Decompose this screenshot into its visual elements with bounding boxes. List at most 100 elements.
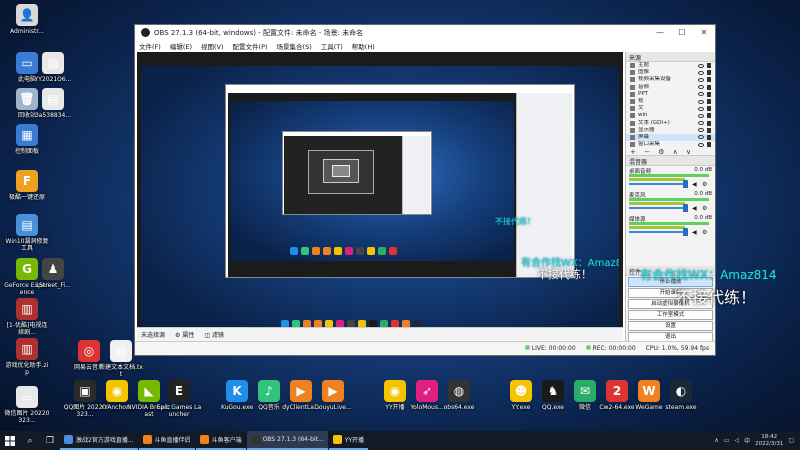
volume-slider[interactable] [629, 231, 685, 234]
desktop-icon[interactable]: ▦ 控制面板 [4, 124, 50, 155]
network-icon[interactable]: ▭ [724, 437, 730, 444]
minimize-button[interactable]: — [649, 25, 671, 40]
desktop-icon[interactable]: F 极酷一键还原 [4, 170, 50, 201]
source-item[interactable]: 图像 [626, 69, 715, 76]
source-item[interactable]: 屏幕 [626, 133, 715, 142]
gear-icon[interactable]: ⚙ [702, 229, 707, 236]
desktop-icon[interactable]: ▥ 游戏优化助手.zip [4, 338, 50, 376]
ime-indicator[interactable]: 中 [744, 436, 750, 445]
volume-slider-handle[interactable] [683, 180, 688, 189]
sources-toolbar[interactable]: + − ⚙ ∧ ∨ [626, 148, 715, 157]
volume-icon[interactable]: ◁ [734, 437, 739, 444]
source-item[interactable]: 主题 [626, 62, 715, 69]
search-icon[interactable]: ⌕ [20, 431, 40, 450]
visibility-eye-icon[interactable] [698, 142, 704, 147]
notification-icon[interactable]: ▢ [788, 437, 794, 444]
clock[interactable]: 18:42 2022/3/31 [755, 434, 783, 448]
control-button[interactable]: 设置 [628, 321, 713, 332]
source-item[interactable]: 视 [626, 98, 715, 105]
visibility-eye-icon[interactable] [698, 63, 704, 68]
visibility-eye-icon[interactable] [698, 128, 704, 133]
lock-icon[interactable] [707, 99, 711, 105]
desktop-icon-glyph: ▤ [16, 214, 38, 236]
lock-icon[interactable] [707, 84, 711, 90]
source-item[interactable]: win [626, 112, 715, 119]
maximize-button[interactable]: ☐ [671, 25, 693, 40]
lock-icon[interactable] [707, 106, 711, 112]
source-item[interactable]: 音频 [626, 84, 715, 91]
lock-icon[interactable] [707, 127, 711, 133]
lock-icon[interactable] [707, 120, 711, 126]
desktop-icon[interactable]: ♟ 1Street_Fi... [30, 258, 76, 289]
desktop-icon-label: 游戏优化助手.zip [5, 362, 49, 376]
visibility-eye-icon[interactable] [698, 135, 704, 140]
source-item[interactable]: 文本 (GDI+) [626, 120, 715, 127]
tray-chevron-icon[interactable]: ∧ [714, 437, 718, 444]
visibility-eye-icon[interactable] [698, 92, 704, 97]
taskbar-app[interactable]: OBS 27.1.3 (64-bit... [246, 431, 328, 450]
visibility-eye-icon[interactable] [698, 113, 704, 118]
gear-icon[interactable]: ⚙ [702, 205, 707, 212]
lock-icon[interactable] [707, 142, 711, 148]
start-button[interactable] [0, 431, 20, 450]
menu-tools[interactable]: 工具(T) [321, 41, 343, 51]
menu-help[interactable]: 帮助(H) [352, 41, 375, 51]
desktop-icon[interactable]: ▥ [1-优酷]电视连续剧... [4, 298, 50, 336]
desktop-icon[interactable]: ▤ 3a538834... [30, 88, 76, 119]
task-view-icon[interactable]: ❐ [40, 431, 60, 450]
taskbar-app[interactable]: 斗鱼直播伴侣 [138, 431, 195, 450]
control-button[interactable]: 工作室模式 [628, 310, 713, 321]
desktop-icon[interactable]: 👤 Administr... [4, 4, 50, 35]
desktop-icon[interactable]: ◐ steam.exe [658, 380, 704, 411]
volume-slider-handle[interactable] [683, 228, 688, 237]
speaker-icon[interactable]: ◀ [692, 229, 697, 236]
menu-edit[interactable]: 编辑(E) [170, 41, 192, 51]
visibility-eye-icon[interactable] [698, 70, 704, 75]
source-item[interactable]: PPT [626, 91, 715, 98]
source-type-icon [630, 77, 635, 83]
menu-file[interactable]: 文件(F) [139, 41, 161, 51]
lock-icon[interactable] [707, 134, 711, 140]
lock-icon[interactable] [707, 63, 711, 69]
source-item[interactable]: 窗口采集 [626, 141, 715, 148]
volume-slider[interactable] [629, 183, 685, 186]
visibility-eye-icon[interactable] [698, 121, 704, 126]
taskbar-app[interactable]: YY开播 [328, 431, 369, 450]
menu-profile[interactable]: 配置文件(P) [233, 41, 268, 51]
taskbar-app[interactable]: 斗鱼客户端 [195, 431, 246, 450]
close-button[interactable]: ✕ [693, 25, 715, 40]
desktop-icon-label: DouyuLive... [314, 404, 352, 411]
visibility-eye-icon[interactable] [698, 77, 704, 82]
desktop-icon[interactable]: ◍ obs64.exe [436, 380, 482, 411]
visibility-eye-icon[interactable] [698, 85, 704, 90]
lock-icon[interactable] [707, 91, 711, 97]
desktop-icon[interactable]: ▶ DouyuLive... [310, 380, 356, 411]
speaker-icon[interactable]: ◀ [692, 205, 697, 212]
properties-button[interactable]: ⚙ 属性 [175, 330, 194, 339]
volume-slider[interactable] [629, 207, 685, 210]
speaker-icon[interactable]: ◀ [692, 181, 697, 188]
visibility-eye-icon[interactable] [698, 106, 704, 111]
source-item[interactable]: 视频采集设备 [626, 76, 715, 83]
desktop-icon[interactable]: ▭ 微信图片 20220323... [4, 386, 50, 424]
taskbar-app[interactable]: 激战2官方游戏直播... [60, 431, 138, 450]
lock-icon[interactable] [707, 70, 711, 76]
volume-slider-handle[interactable] [683, 204, 688, 213]
menu-scene-collection[interactable]: 场景集合(S) [277, 41, 312, 51]
filters-button[interactable]: ◫ 滤镜 [204, 330, 224, 339]
lock-icon[interactable] [707, 113, 711, 119]
desktop-icon[interactable]: ▤ YY2021O6... [30, 52, 76, 83]
desktop-icon-glyph: ◐ [670, 380, 692, 402]
desktop-icon[interactable]: E Epic Games Launcher [156, 380, 202, 418]
source-type-icon [630, 120, 635, 126]
obs-titlebar[interactable]: OBS 27.1.3 (64-bit, windows) - 配置文件: 未命名… [135, 25, 715, 40]
lock-icon[interactable] [707, 77, 711, 83]
desktop-icon-glyph: ▤ [42, 52, 64, 74]
desktop-icon[interactable]: ▤ Win10漏洞修复工具 [4, 214, 50, 252]
obs-preview[interactable]: 不接代练！ 有合作找WX：Amaz814 不接代练！ [137, 52, 623, 342]
visibility-eye-icon[interactable] [698, 99, 704, 104]
menu-view[interactable]: 视图(V) [201, 41, 224, 51]
source-item[interactable]: 文 [626, 105, 715, 112]
source-item[interactable]: 显示器 [626, 127, 715, 134]
gear-icon[interactable]: ⚙ [702, 181, 707, 188]
